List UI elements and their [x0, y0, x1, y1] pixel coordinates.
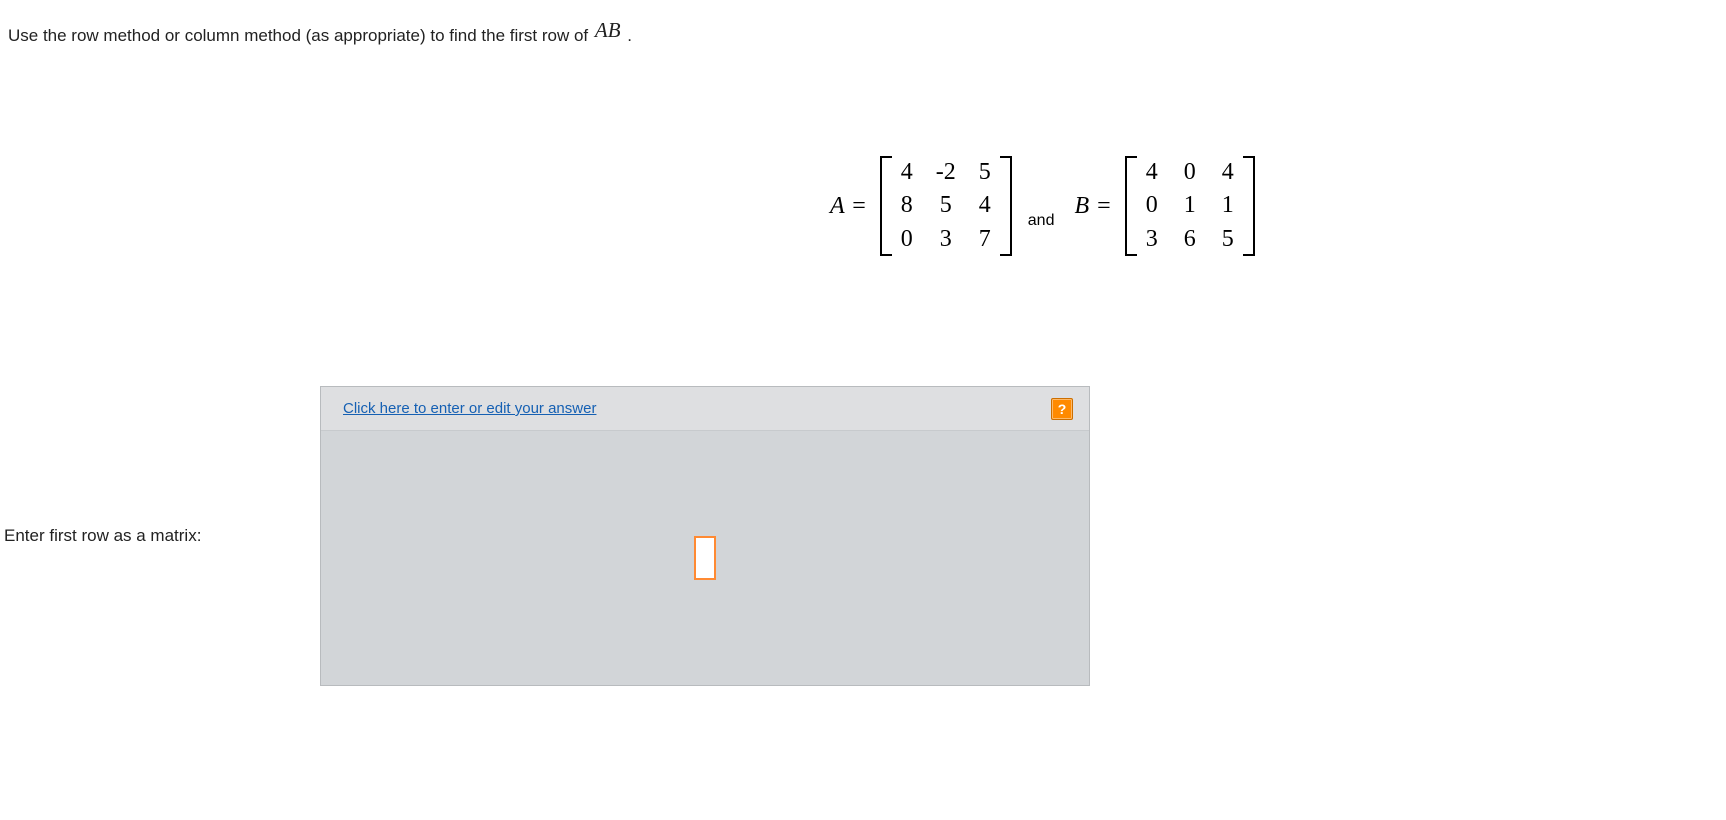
- question-prefix: Use the row method or column method (as …: [8, 26, 593, 45]
- question-expr: AB: [593, 18, 623, 42]
- label-b: B: [1074, 193, 1089, 219]
- answer-section: Enter first row as a matrix: Click here …: [0, 386, 1726, 686]
- matrices-display: A = 4 -2 5 8 5 4 0 3 7 and B = 4 0 4 0 1…: [0, 156, 1726, 256]
- cell: 4: [898, 159, 916, 186]
- matrix-a-grid: 4 -2 5 8 5 4 0 3 7: [892, 156, 1000, 256]
- matrix-input[interactable]: [694, 536, 716, 580]
- label-a: A: [830, 193, 844, 219]
- equals-a: =: [850, 193, 866, 219]
- cell: 4: [1219, 159, 1237, 186]
- matrix-b: 4 0 4 0 1 1 3 6 5: [1125, 156, 1255, 256]
- cell: 0: [898, 226, 916, 253]
- and-label: and: [1022, 212, 1065, 230]
- answer-label: Enter first row as a matrix:: [0, 526, 320, 546]
- cell: -2: [936, 159, 956, 186]
- cell: 3: [937, 226, 955, 253]
- cell: 4: [976, 192, 994, 219]
- equals-b: =: [1095, 193, 1111, 219]
- cell: 1: [1219, 192, 1237, 219]
- bracket-right-icon: [1000, 156, 1012, 256]
- matrix-a: 4 -2 5 8 5 4 0 3 7: [880, 156, 1012, 256]
- cell: 7: [976, 226, 994, 253]
- cell: 8: [898, 192, 916, 219]
- bracket-left-icon: [880, 156, 892, 256]
- matrix-a-label: A =: [830, 193, 870, 220]
- answer-header: Click here to enter or edit your answer …: [321, 387, 1089, 431]
- matrix-b-label: B =: [1074, 193, 1114, 220]
- bracket-right-icon: [1243, 156, 1255, 256]
- question-text: Use the row method or column method (as …: [0, 0, 1726, 46]
- answer-box: Click here to enter or edit your answer …: [320, 386, 1090, 686]
- cell: 6: [1181, 226, 1199, 253]
- cell: 1: [1181, 192, 1199, 219]
- cell: 5: [1219, 226, 1237, 253]
- cell: 5: [976, 159, 994, 186]
- matrix-b-grid: 4 0 4 0 1 1 3 6 5: [1137, 156, 1243, 256]
- question-suffix: .: [627, 26, 632, 45]
- answer-body: [321, 431, 1089, 685]
- cell: 0: [1143, 192, 1161, 219]
- edit-answer-link[interactable]: Click here to enter or edit your answer: [343, 400, 596, 417]
- help-icon[interactable]: ?: [1051, 398, 1073, 420]
- cell: 4: [1143, 159, 1161, 186]
- cell: 5: [937, 192, 955, 219]
- cell: 0: [1181, 159, 1199, 186]
- bracket-left-icon: [1125, 156, 1137, 256]
- cell: 3: [1143, 226, 1161, 253]
